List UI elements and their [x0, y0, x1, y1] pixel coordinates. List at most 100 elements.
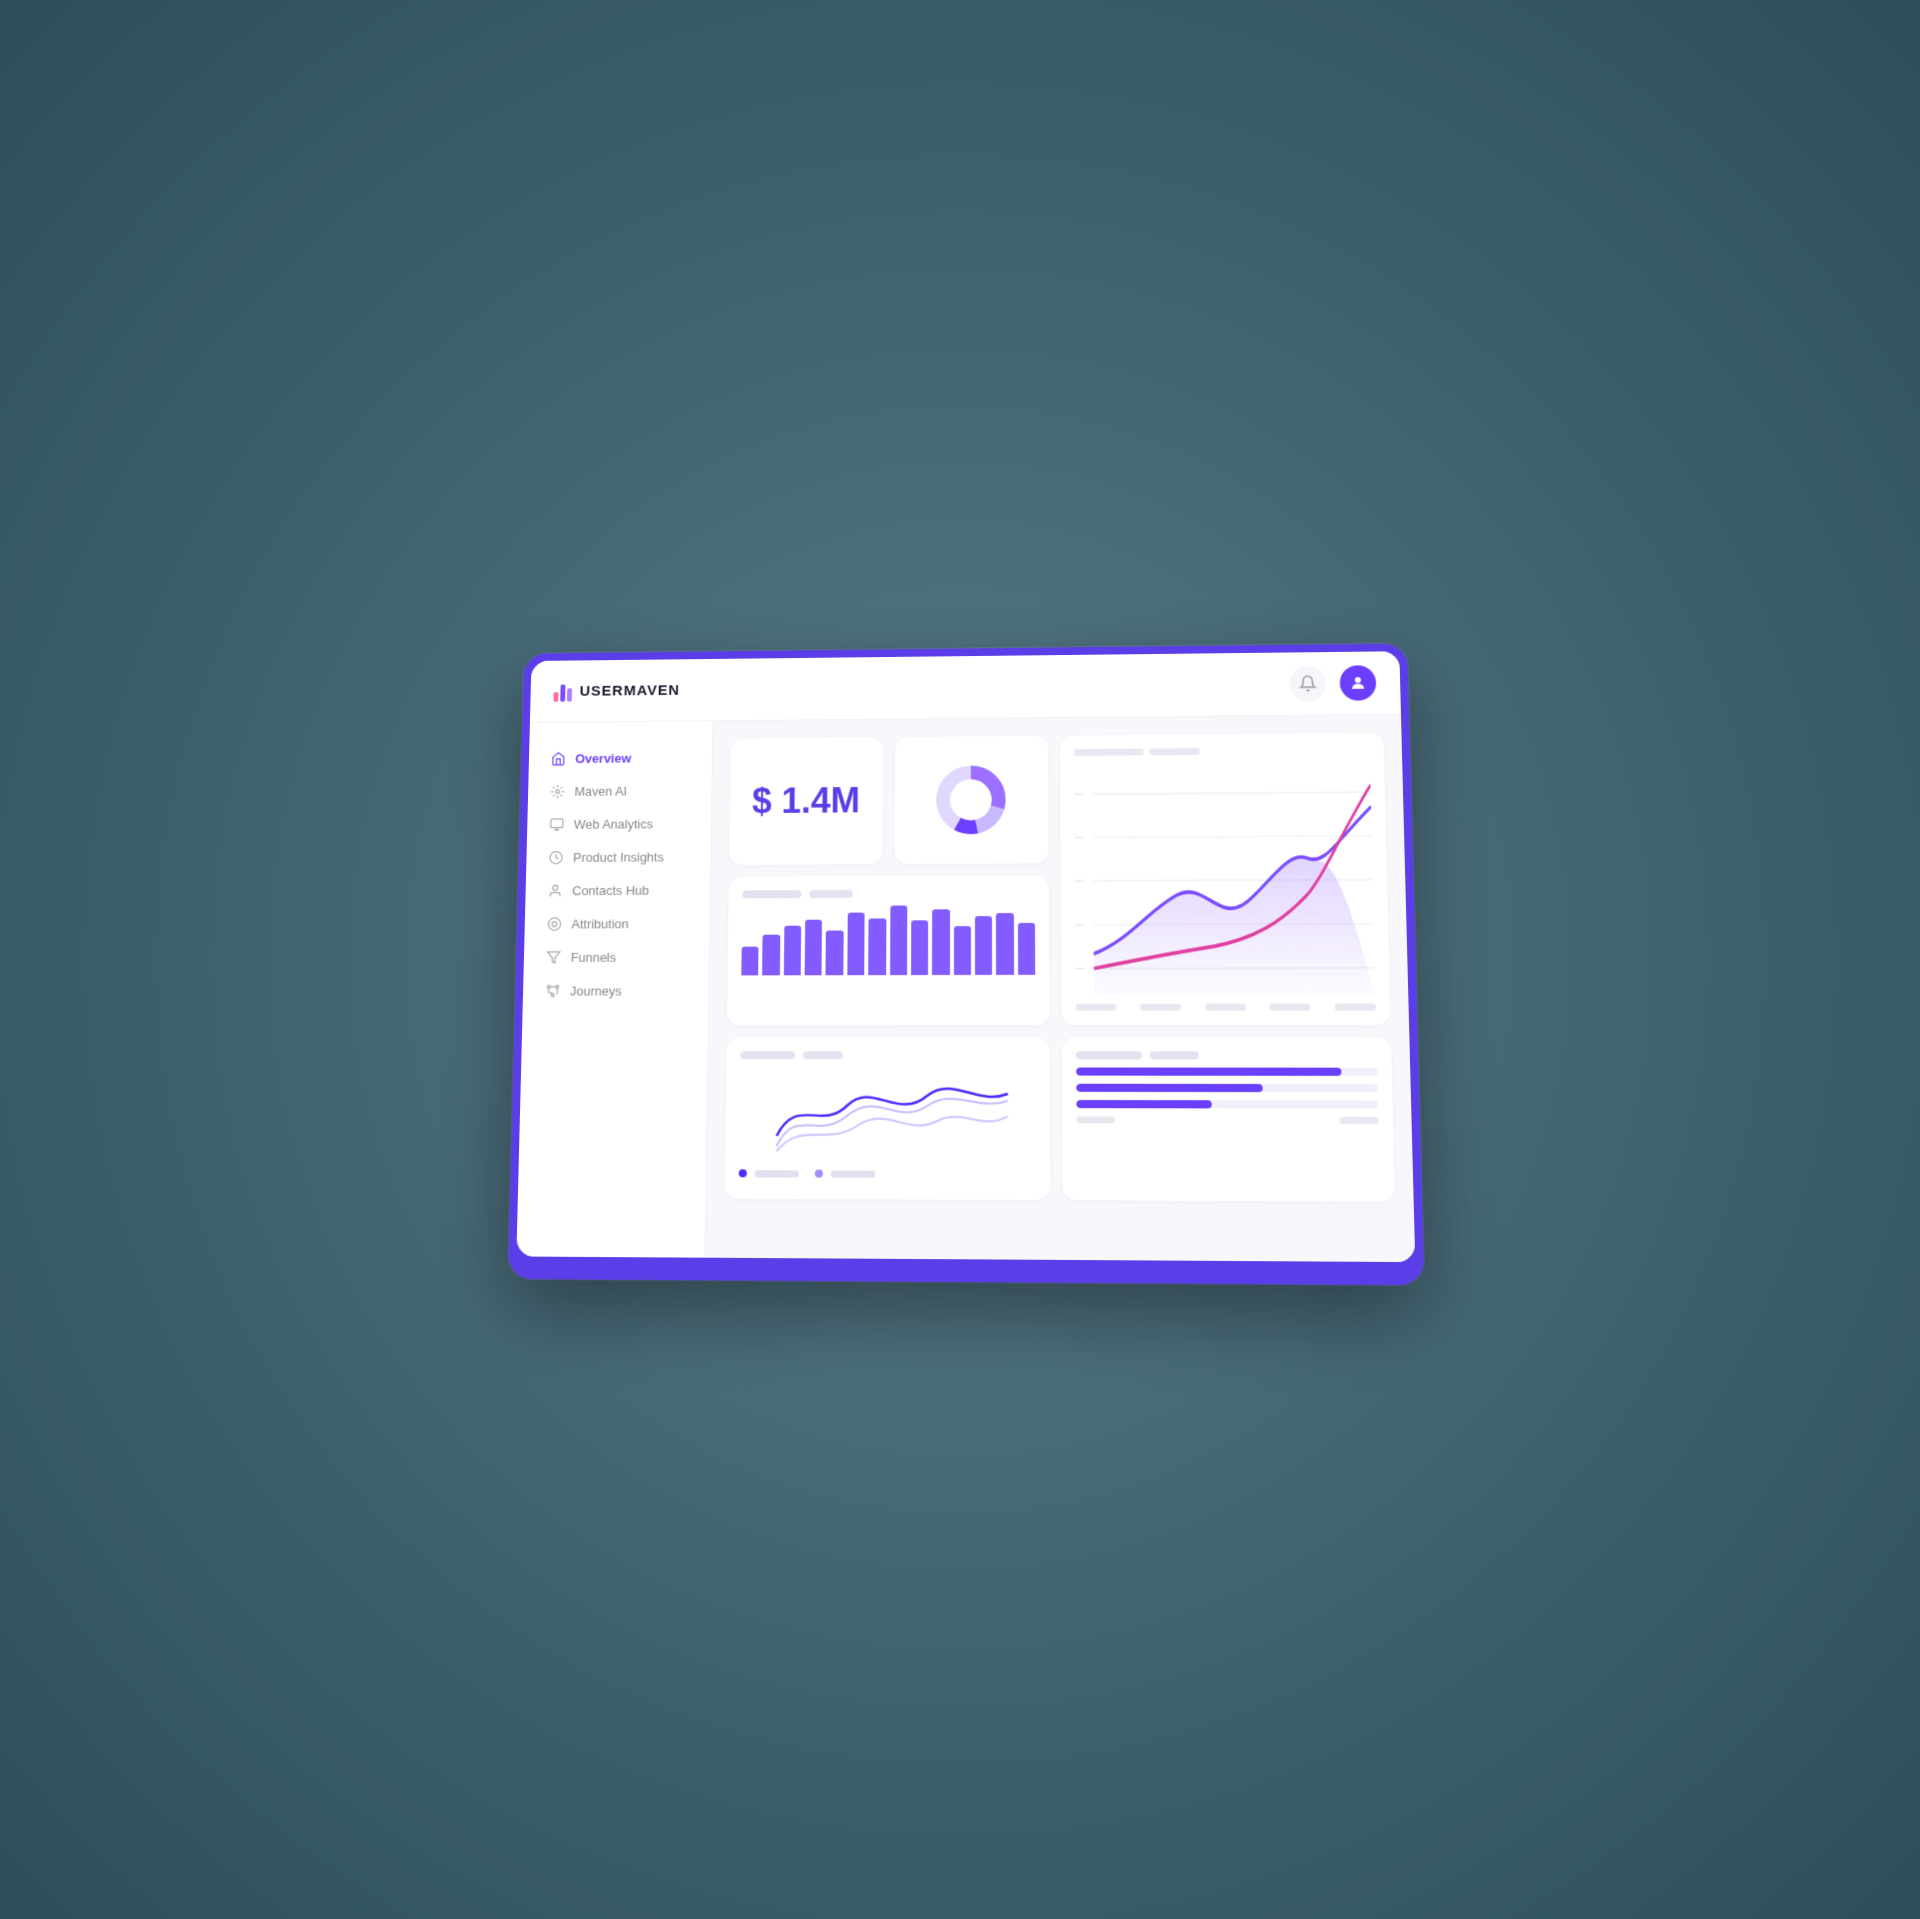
contacts-icon: [547, 882, 563, 898]
wave-label-1: [740, 1051, 795, 1059]
wave-legend: [739, 1169, 1036, 1178]
bar-1: [741, 946, 758, 975]
hbars-footer-1: [1076, 1116, 1115, 1123]
notifications-button[interactable]: [1289, 666, 1326, 701]
sidebar-item-funnels[interactable]: Funnels: [524, 940, 710, 974]
wave-chart-labels: [740, 1051, 1035, 1059]
sidebar-item-product-insights[interactable]: Product Insights: [526, 840, 711, 874]
legend-item-2: [815, 1170, 875, 1178]
dashboard: $ 1.4M: [706, 715, 1416, 1262]
sidebar-item-journeys-label: Journeys: [570, 983, 622, 998]
main-layout: Overview Maven AI: [516, 715, 1415, 1262]
logo-bar-1: [553, 692, 558, 702]
sidebar-item-maven-ai[interactable]: Maven AI: [528, 774, 712, 808]
hbar-track-1: [1076, 1067, 1377, 1075]
sidebar-item-product-insights-label: Product Insights: [573, 849, 664, 864]
area-footer-3: [1205, 1004, 1246, 1011]
bar-14: [1018, 922, 1036, 974]
area-chart-svg: [1074, 763, 1376, 997]
browser-icon: [548, 816, 564, 832]
hbars-card: [1062, 1037, 1395, 1202]
hbar-fill-3: [1076, 1100, 1211, 1108]
sidebar-item-attribution-label: Attribution: [571, 916, 628, 931]
hbars-header: [1076, 1051, 1377, 1059]
bar-label-1: [742, 890, 801, 898]
wave-chart-svg: [739, 1075, 1036, 1157]
user-icon: [1349, 674, 1368, 692]
hbar-track-3: [1076, 1100, 1378, 1109]
bar-chart-labels: [742, 889, 1035, 898]
area-chart-footer: [1076, 1004, 1376, 1011]
logo-text: USERMAVEN: [580, 682, 680, 699]
area-footer-2: [1140, 1004, 1181, 1011]
bar-4: [805, 920, 823, 976]
logo-bar-3: [567, 688, 572, 701]
donut-chart: [931, 760, 1010, 839]
legend-dot-1: [739, 1169, 747, 1177]
window-frame: USERMAVEN: [508, 643, 1425, 1285]
sidebar-item-overview-label: Overview: [575, 750, 631, 765]
hbar-row-3: [1076, 1100, 1378, 1109]
sidebar-item-journeys[interactable]: Journeys: [523, 973, 709, 1007]
hbars-label-2: [1150, 1051, 1199, 1059]
sidebar-item-web-analytics-label: Web Analytics: [574, 816, 653, 831]
sidebar-item-contacts-hub[interactable]: Contacts Hub: [525, 873, 710, 907]
ai-icon: [549, 783, 565, 799]
sidebar-item-attribution[interactable]: Attribution: [524, 906, 709, 940]
area-label-2: [1150, 748, 1200, 755]
bar-3: [784, 925, 802, 975]
bar-12: [975, 916, 992, 975]
sidebar: Overview Maven AI: [516, 721, 713, 1258]
bar-8: [890, 906, 908, 976]
bar-6: [847, 913, 865, 976]
wave-label-2: [803, 1051, 843, 1059]
bell-icon: [1299, 675, 1317, 693]
bar-2: [762, 935, 780, 975]
revenue-card: $ 1.4M: [729, 737, 883, 865]
hbar-fill-1: [1076, 1067, 1341, 1075]
donut-card: [894, 736, 1049, 864]
hbar-track-2: [1076, 1084, 1378, 1093]
row1-col1-wrapper: $ 1.4M: [729, 736, 1049, 865]
home-icon: [550, 751, 566, 767]
sidebar-item-web-analytics[interactable]: Web Analytics: [527, 807, 711, 841]
sidebar-item-funnels-label: Funnels: [571, 949, 617, 964]
hbars-footer-2: [1339, 1117, 1378, 1124]
journeys-icon: [544, 983, 560, 999]
revenue-value: $ 1.4M: [752, 780, 860, 822]
app-container: USERMAVEN: [516, 651, 1415, 1262]
bar-chart-bars: [741, 905, 1035, 975]
area-footer-1: [1076, 1004, 1116, 1011]
logo-icon: [553, 681, 572, 702]
chart-icon: [548, 849, 564, 865]
hbar-row-2: [1076, 1084, 1378, 1093]
attribution-icon: [546, 916, 562, 932]
legend-text-2: [831, 1170, 875, 1177]
bar-10: [932, 909, 949, 975]
hbar-row-1: [1076, 1067, 1377, 1075]
hbars-footer: [1076, 1116, 1378, 1124]
bar-label-2: [809, 890, 853, 898]
legend-text-1: [755, 1170, 799, 1177]
bar-9: [911, 921, 928, 975]
logo-bar-2: [560, 684, 565, 701]
logo: USERMAVEN: [553, 679, 679, 701]
bar-13: [996, 913, 1014, 974]
bar-chart-card: [727, 875, 1050, 1025]
area-footer-5: [1335, 1004, 1376, 1011]
legend-item-1: [739, 1169, 799, 1177]
bar-7: [868, 918, 886, 975]
area-label-1: [1074, 749, 1144, 756]
header-actions: [1289, 665, 1376, 701]
area-footer-4: [1270, 1004, 1311, 1011]
bar-5: [826, 930, 844, 975]
sidebar-item-overview[interactable]: Overview: [529, 741, 713, 775]
sidebar-item-contacts-hub-label: Contacts Hub: [572, 883, 649, 898]
bar-11: [954, 926, 971, 975]
wave-chart-card: [724, 1037, 1050, 1200]
sidebar-item-maven-ai-label: Maven AI: [574, 783, 627, 798]
hbars-label-1: [1076, 1051, 1142, 1059]
user-avatar-button[interactable]: [1339, 665, 1376, 701]
funnel-icon: [545, 949, 561, 965]
area-chart-card: [1060, 733, 1391, 1025]
